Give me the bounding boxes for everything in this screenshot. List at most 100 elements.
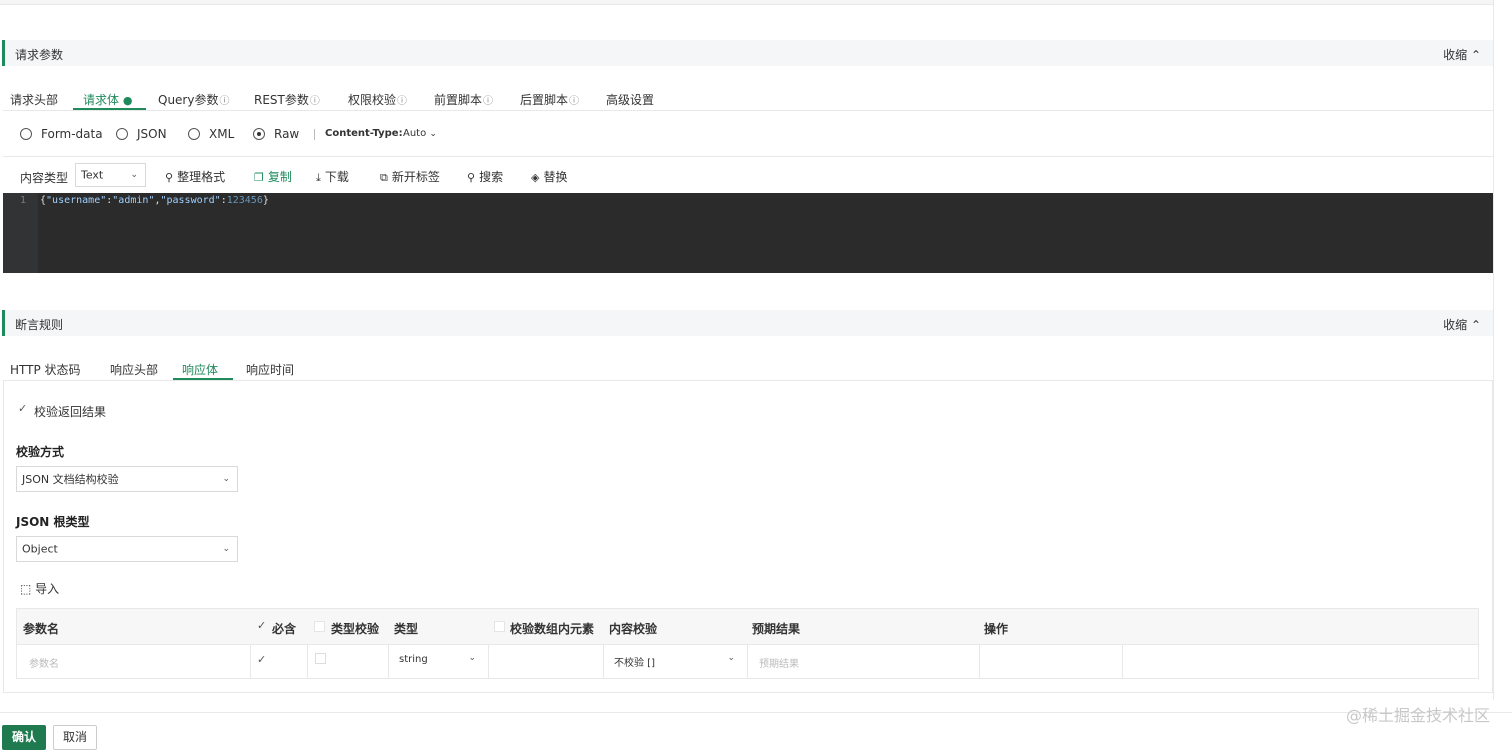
separator (314, 129, 315, 140)
radio-form-data[interactable] (20, 128, 32, 140)
code-key: "password" (160, 195, 221, 206)
verify-method-select[interactable]: JSON 文档结构校验 ⌄ (16, 466, 238, 492)
col-action: 操作 (984, 622, 1009, 636)
download-button[interactable]: ⤓ 下载 (316, 168, 349, 185)
cell-divider (250, 645, 251, 678)
search-icon: ⚲ (467, 171, 476, 184)
copy-button[interactable]: ❐ 复制 (254, 168, 292, 185)
new-tab-button[interactable]: ⧉ 新开标签 (380, 168, 440, 185)
code-key: "username" (46, 195, 107, 206)
info-icon: ⓘ (397, 96, 408, 107)
code-string: "admin" (112, 195, 155, 206)
tab-response-time[interactable]: 响应时间 (246, 361, 294, 378)
array-check-header-checkbox[interactable] (494, 621, 505, 632)
format-button[interactable]: ⚲ 整理格式 (165, 168, 225, 185)
radio-json-label: JSON (137, 127, 167, 141)
content-type-label: Content-Type: (325, 128, 403, 139)
search-button[interactable]: ⚲ 搜索 (467, 168, 503, 185)
external-link-icon: ⧉ (380, 171, 388, 184)
cell-divider (307, 645, 308, 678)
verify-method-label: 校验方式 (16, 445, 65, 459)
radio-json[interactable] (116, 128, 128, 140)
col-required: 必含 (272, 622, 297, 636)
cell-divider (603, 645, 604, 678)
import-button[interactable]: ⬚ 导入 (20, 580, 59, 597)
tab-rest-params[interactable]: REST参数ⓘ (254, 91, 320, 108)
content-kind-value: Text (81, 168, 104, 182)
expected-result-input[interactable]: 预期结果 (759, 655, 799, 670)
radio-xml-label: XML (209, 127, 235, 141)
tab-response-headers[interactable]: 响应头部 (110, 361, 158, 378)
import-label: 导入 (35, 582, 60, 596)
cell-divider (979, 645, 980, 678)
type-check-checkbox[interactable] (315, 653, 326, 664)
copy-button-label: 复制 (267, 170, 292, 184)
replace-button[interactable]: ◈ 替换 (531, 168, 567, 185)
tab-query-params-label: Query参数 (158, 93, 219, 107)
assert-collapse-button[interactable]: 收缩 ⌃ (1443, 316, 1481, 333)
content-type-value: Auto (403, 128, 427, 139)
panel-right-border (1493, 0, 1494, 700)
cell-divider (388, 645, 389, 678)
content-check-value: 不校验 [] (614, 658, 655, 669)
assert-rules-header: 断言规则 收缩 ⌃ (2, 310, 1493, 336)
type-select[interactable]: string ⌄ (392, 648, 484, 674)
search-button-label: 搜索 (479, 170, 504, 184)
content-check-select[interactable]: 不校验 [] ⌄ (607, 648, 743, 674)
replace-icon: ◈ (531, 171, 540, 184)
param-name-input[interactable]: 参数名 (29, 655, 59, 670)
tab-http-status[interactable]: HTTP 状态码 (10, 361, 81, 378)
body-type-divider (3, 156, 1493, 157)
code-brace-close: } (262, 195, 269, 206)
type-check-header-checkbox[interactable] (314, 621, 325, 632)
root-type-label: JSON 根类型 (16, 515, 90, 529)
chevron-down-icon: ⌄ (222, 474, 230, 484)
tab-query-params[interactable]: Query参数ⓘ (158, 91, 229, 108)
content-kind-select[interactable]: Text ⌄ (75, 163, 146, 187)
col-param-name: 参数名 (23, 622, 60, 636)
request-params-title: 请求参数 (15, 48, 64, 62)
required-checkbox[interactable]: ✓ (257, 653, 266, 666)
verify-result-checkbox[interactable]: ✓ (18, 402, 27, 415)
tab-response-body[interactable]: 响应体 (182, 361, 218, 378)
tab-request-body-label: 请求体 (83, 93, 120, 107)
tab-rest-params-label: REST参数 (254, 93, 309, 107)
tab-auth-label: 权限校验 (348, 93, 397, 107)
required-header-checkbox[interactable]: ✓ (257, 619, 266, 632)
root-type-select[interactable]: Object ⌄ (16, 536, 238, 562)
format-button-label: 整理格式 (177, 170, 226, 184)
cancel-button[interactable]: 取消 (53, 725, 97, 750)
radio-xml[interactable] (188, 128, 200, 140)
copy-icon: ❐ (254, 171, 264, 184)
top-divider (0, 0, 1493, 5)
tab-pre-script[interactable]: 前置脚本ⓘ (434, 91, 493, 108)
request-collapse-button[interactable]: 收缩 ⌃ (1443, 46, 1481, 63)
content-type-dropdown[interactable]: Auto ⌄ (403, 128, 437, 139)
assert-table-header (17, 609, 1478, 645)
line-number: 1 (20, 195, 27, 206)
tab-request-headers[interactable]: 请求头部 (10, 91, 58, 108)
tab-request-body[interactable]: 请求体 ● (83, 91, 132, 108)
radio-raw-label: Raw (274, 127, 300, 141)
tabs-divider (3, 110, 1493, 111)
info-icon: ⓘ (219, 96, 230, 107)
radio-form-data-label: Form-data (41, 127, 103, 141)
chevron-down-icon: ⌄ (468, 653, 476, 663)
request-params-header: 请求参数 收缩 ⌃ (2, 40, 1493, 66)
tab-advanced[interactable]: 高级设置 (606, 91, 654, 108)
tab-auth[interactable]: 权限校验ⓘ (348, 91, 407, 108)
tab-pre-script-label: 前置脚本 (434, 93, 483, 107)
info-icon: ⓘ (483, 96, 494, 107)
active-dot-icon: ● (122, 94, 133, 107)
radio-raw[interactable] (253, 128, 265, 140)
col-expected: 预期结果 (752, 622, 801, 636)
cell-divider (1122, 645, 1123, 678)
tab-post-script[interactable]: 后置脚本ⓘ (520, 91, 579, 108)
assert-rules-title: 断言规则 (15, 318, 64, 332)
col-array-check: 校验数组内元素 (510, 622, 595, 636)
chevron-down-icon: ⌄ (130, 170, 138, 180)
code-line: {"username":"admin","password":123456} (40, 195, 269, 206)
download-button-label: 下载 (324, 170, 349, 184)
root-type-value: Object (22, 542, 58, 556)
confirm-button[interactable]: 确认 (2, 725, 46, 750)
